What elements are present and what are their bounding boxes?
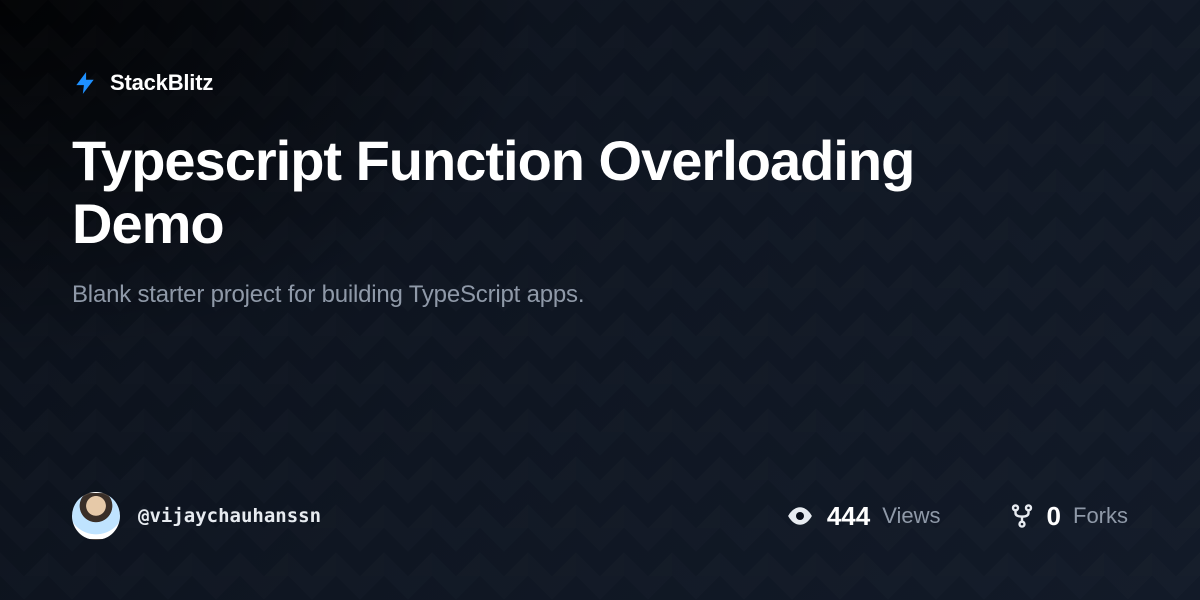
views-stat: 444 Views	[785, 501, 941, 532]
avatar[interactable]	[72, 492, 120, 540]
footer-row: @vijaychauhanssn 444 Views	[72, 492, 1128, 540]
forks-label: Forks	[1073, 503, 1128, 529]
views-label: Views	[882, 503, 940, 529]
project-title: Typescript Function Overloading Demo	[72, 130, 1032, 255]
author-handle[interactable]: @vijaychauhanssn	[138, 505, 321, 527]
brand-row: StackBlitz	[72, 70, 1128, 96]
eye-icon	[785, 501, 815, 531]
views-count: 444	[827, 501, 870, 532]
fork-icon	[1009, 503, 1035, 529]
brand-name: StackBlitz	[110, 70, 213, 96]
forks-stat: 0 Forks	[1009, 501, 1128, 532]
project-card: StackBlitz Typescript Function Overloadi…	[0, 0, 1200, 600]
bolt-icon	[72, 70, 98, 96]
project-description: Blank starter project for building TypeS…	[72, 281, 1128, 309]
forks-count: 0	[1047, 501, 1061, 532]
